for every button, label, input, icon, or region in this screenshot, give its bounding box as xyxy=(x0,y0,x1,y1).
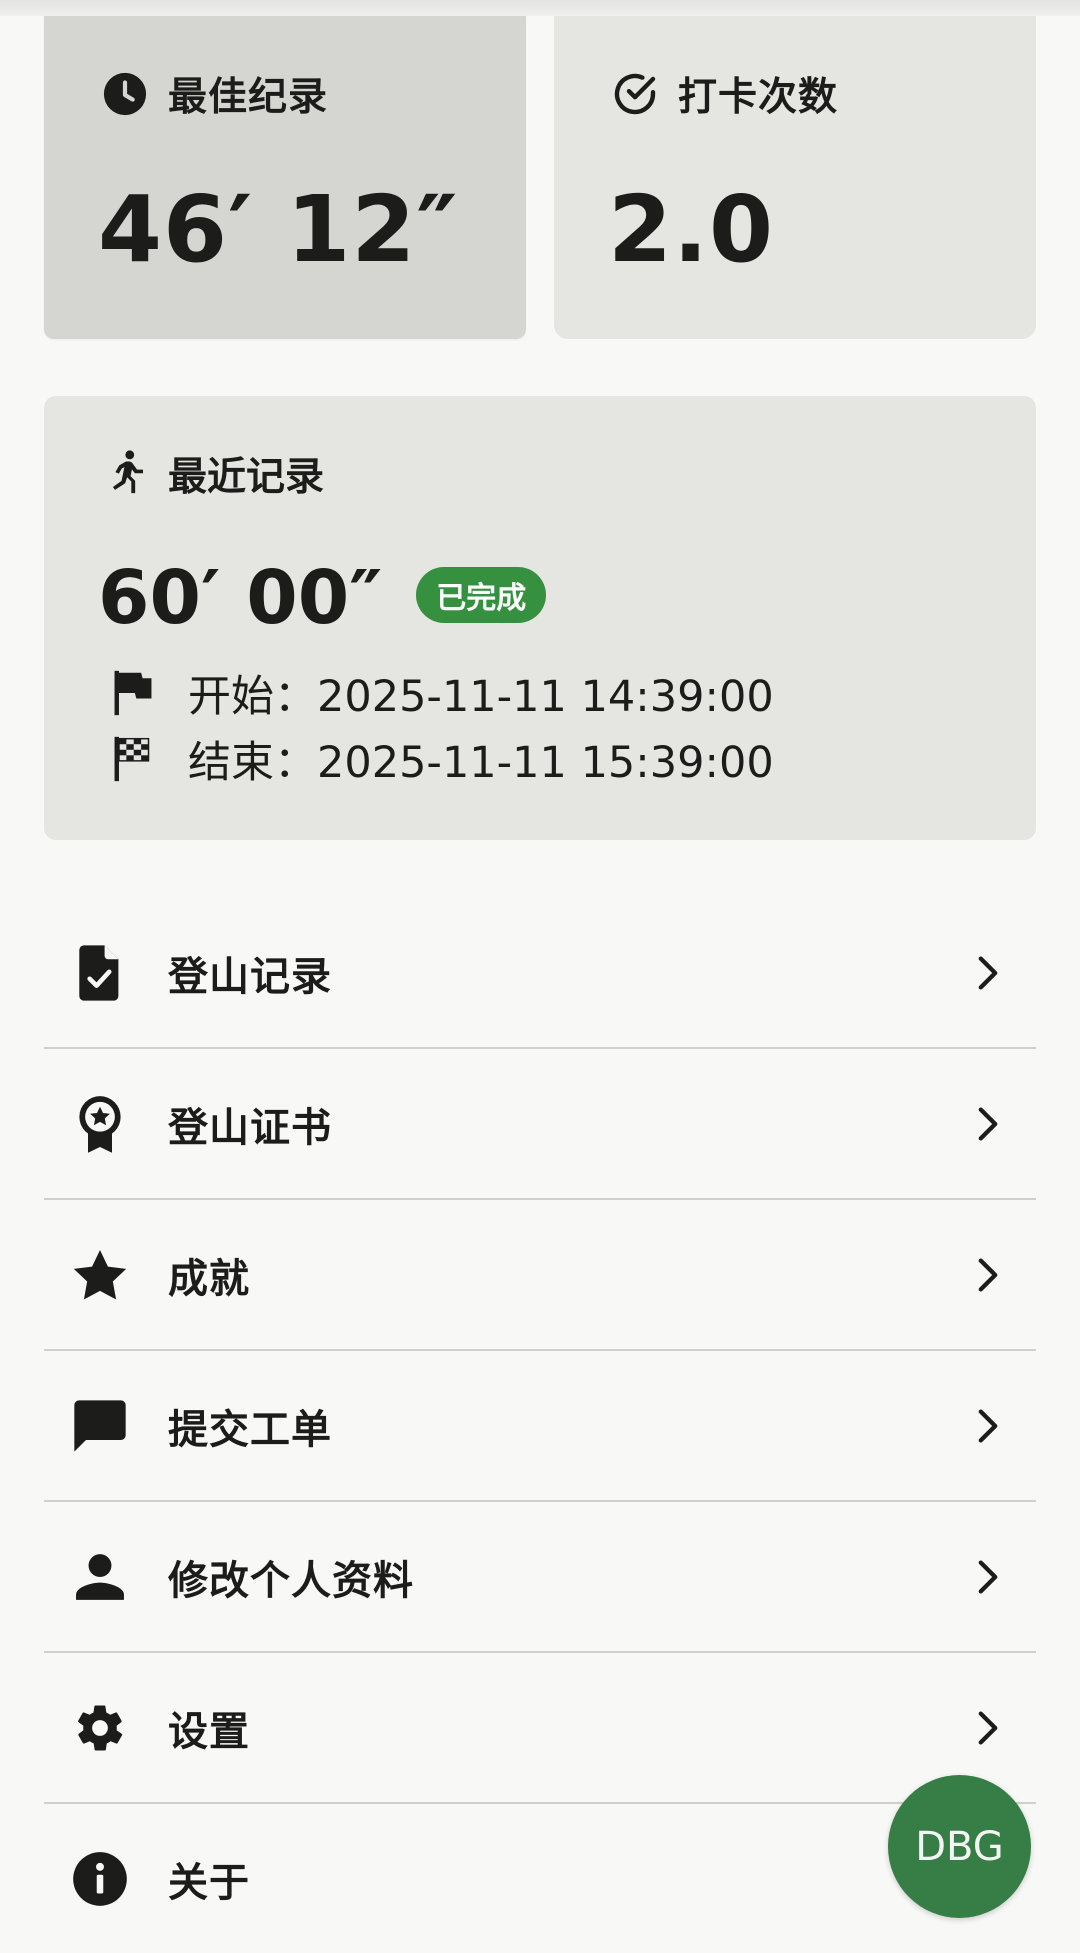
recent-record-header: 最近记录 xyxy=(100,446,324,502)
checkered-flag-icon xyxy=(108,734,158,784)
document-check-icon xyxy=(72,944,128,1001)
recent-record-card[interactable]: 最近记录 60′ 00″ 已完成 开始：2025-11-11 14:39:00 xyxy=(44,396,1036,840)
running-person-icon xyxy=(100,449,150,499)
menu-item-climb-certificate[interactable]: 登山证书 xyxy=(44,1049,1036,1200)
menu-item-label: 登山证书 xyxy=(168,1104,332,1151)
start-time-text: 开始：2025-11-11 14:39:00 xyxy=(188,672,774,722)
menu-item-label: 成就 xyxy=(168,1255,250,1302)
recent-record-value: 60′ 00″ xyxy=(98,555,383,641)
checkin-count-value: 2.0 xyxy=(608,176,774,283)
best-record-header: 最佳纪录 xyxy=(100,66,328,122)
best-record-value: 46′ 12″ xyxy=(98,176,459,283)
menu-item-label: 设置 xyxy=(168,1708,250,1755)
start-time-row: 开始：2025-11-11 14:39:00 xyxy=(108,662,774,724)
menu-item-label: 关于 xyxy=(168,1859,250,1906)
menu-item-achievements[interactable]: 成就 xyxy=(44,1200,1036,1351)
recent-record-label: 最近记录 xyxy=(168,455,325,500)
chevron-right-icon xyxy=(970,953,1006,993)
checkin-count-label: 打卡次数 xyxy=(678,75,839,120)
menu-item-label: 修改个人资料 xyxy=(168,1557,414,1604)
menu-item-submit-ticket[interactable]: 提交工单 xyxy=(44,1351,1036,1502)
chevron-right-icon xyxy=(970,1557,1006,1597)
status-badge: 已完成 xyxy=(416,567,547,623)
chevron-right-icon xyxy=(970,1104,1006,1144)
person-icon xyxy=(72,1549,128,1605)
info-icon xyxy=(72,1851,128,1907)
award-ribbon-icon xyxy=(72,1095,128,1153)
checkin-count-card[interactable]: 打卡次数 2.0 xyxy=(554,16,1036,339)
debug-fab-button[interactable]: DBG xyxy=(888,1775,1031,1918)
menu-item-label: 提交工单 xyxy=(168,1406,332,1453)
end-time-row: 结束：2025-11-11 15:39:00 xyxy=(108,728,774,790)
star-icon xyxy=(72,1247,128,1303)
chevron-right-icon xyxy=(970,1255,1006,1295)
top-edge-shadow xyxy=(0,0,1080,16)
chevron-right-icon xyxy=(970,1708,1006,1748)
end-time-text: 结束：2025-11-11 15:39:00 xyxy=(188,738,774,788)
best-record-label: 最佳纪录 xyxy=(168,75,329,120)
check-circle-icon xyxy=(610,69,660,119)
menu-item-edit-profile[interactable]: 修改个人资料 xyxy=(44,1502,1036,1653)
menu-item-label: 登山记录 xyxy=(168,953,332,1000)
checkin-count-header: 打卡次数 xyxy=(610,66,838,122)
menu-item-climb-records[interactable]: 登山记录 xyxy=(44,898,1036,1049)
best-record-card[interactable]: 最佳纪录 46′ 12″ xyxy=(44,16,526,339)
clock-icon xyxy=(100,69,150,119)
recent-value-row: 60′ 00″ 已完成 xyxy=(98,555,547,641)
menu-item-settings[interactable]: 设置 xyxy=(44,1653,1036,1804)
flag-icon xyxy=(108,668,158,718)
menu-list: 登山记录 登山证书 成就 提交工单 修改个人资料 设置 关于 xyxy=(44,898,1036,1953)
chevron-right-icon xyxy=(970,1406,1006,1446)
gear-icon xyxy=(72,1700,128,1756)
menu-item-about[interactable]: 关于 xyxy=(44,1804,1036,1953)
chat-bubble-icon xyxy=(72,1398,128,1454)
